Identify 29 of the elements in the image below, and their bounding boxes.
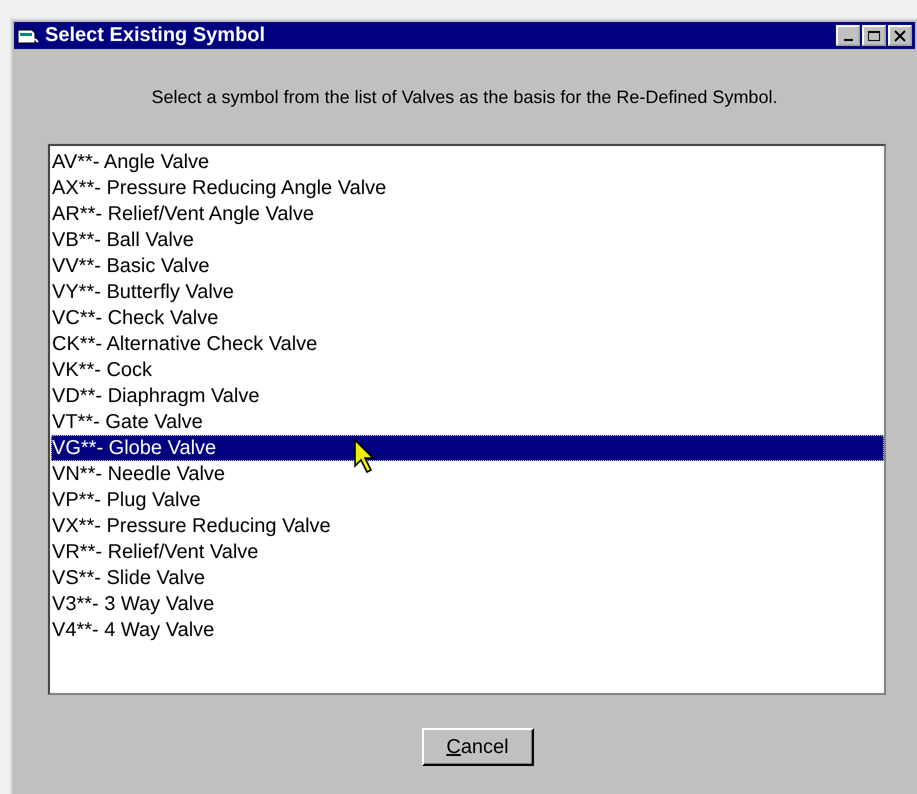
list-item[interactable]: VK**- Cock [51, 357, 884, 383]
list-item[interactable]: AX**- Pressure Reducing Angle Valve [51, 175, 884, 201]
list-item[interactable]: VV**- Basic Valve [51, 253, 884, 279]
list-item[interactable]: AV**- Angle Valve [51, 149, 884, 175]
list-item[interactable]: VX**- Pressure Reducing Valve [51, 513, 884, 539]
close-button[interactable] [888, 25, 912, 46]
list-item[interactable]: V3**- 3 Way Valve [51, 591, 884, 617]
maximize-icon [867, 30, 881, 42]
minimize-button[interactable] [836, 25, 860, 46]
instruction-text: Select a symbol from the list of Valves as the basis for the Re-Defined Symbol. [150, 87, 778, 108]
list-item[interactable]: VT**- Gate Valve [51, 409, 884, 435]
list-item[interactable]: VN**- Needle Valve [51, 461, 884, 487]
list-item[interactable]: VB**- Ball Valve [51, 227, 884, 253]
list-item[interactable]: CK**- Alternative Check Valve [51, 331, 884, 357]
minimize-icon [844, 38, 852, 40]
list-item[interactable]: AR**- Relief/Vent Angle Valve [51, 201, 884, 227]
list-item[interactable]: VC**- Check Valve [51, 305, 884, 331]
close-icon [894, 30, 906, 42]
cancel-button[interactable]: Cancel [422, 728, 534, 766]
window-icon [17, 26, 39, 44]
list-item[interactable]: VG**- Globe Valve [51, 435, 884, 461]
list-item[interactable]: VY**- Butterfly Valve [51, 279, 884, 305]
list-item[interactable]: VS**- Slide Valve [51, 565, 884, 591]
list-item[interactable]: VP**- Plug Valve [51, 487, 884, 513]
list-item[interactable]: VR**- Relief/Vent Valve [51, 539, 884, 565]
maximize-button[interactable] [862, 25, 886, 46]
list-item[interactable]: VD**- Diaphragm Valve [51, 383, 884, 409]
list-item[interactable]: V4**- 4 Way Valve [51, 617, 884, 643]
window-title: Select Existing Symbol [45, 24, 266, 47]
